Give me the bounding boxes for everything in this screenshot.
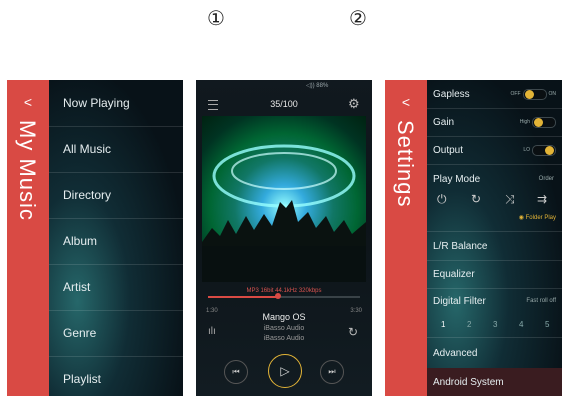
settings-sidebar: < Settings bbox=[385, 80, 427, 396]
filter-option-4[interactable]: 4 bbox=[519, 320, 523, 329]
album-art bbox=[202, 116, 366, 282]
gapless-label: Gapless bbox=[433, 88, 470, 100]
menu-item-playlist[interactable]: Playlist bbox=[49, 356, 183, 396]
audio-format: MP3 16bit 44.1kHz 320kbps bbox=[246, 288, 322, 294]
output-toggle[interactable]: LO bbox=[523, 144, 556, 156]
setting-output[interactable]: Output LO bbox=[427, 136, 562, 165]
menu-item-all-music[interactable]: All Music bbox=[49, 126, 183, 173]
filter-option-1[interactable]: 1 bbox=[441, 320, 445, 329]
back-icon[interactable]: < bbox=[7, 94, 49, 110]
play-mode-value: Order bbox=[538, 176, 554, 182]
setting-android-system[interactable]: Android System bbox=[427, 368, 562, 396]
progress-bar[interactable] bbox=[208, 296, 360, 298]
song-artist: iBasso Audio bbox=[263, 325, 305, 332]
folder-play-label: Folder Play bbox=[525, 215, 556, 221]
my-music-panel: < My Music Now Playing All Music Directo… bbox=[7, 80, 183, 396]
my-music-title: My Music bbox=[15, 120, 40, 221]
gain-toggle[interactable]: High bbox=[519, 116, 556, 128]
gapless-on-label: ON bbox=[548, 91, 557, 97]
gain-value: High bbox=[519, 119, 530, 125]
gapless-off-label: OFF bbox=[510, 91, 521, 97]
filter-option-3[interactable]: 3 bbox=[493, 320, 497, 329]
next-button[interactable]: ⏭ bbox=[320, 360, 344, 384]
play-mode-label: Play Mode bbox=[433, 174, 481, 185]
output-label: Output bbox=[433, 144, 464, 156]
setting-equalizer[interactable]: Equalizer bbox=[427, 260, 562, 289]
previous-button[interactable]: ⏮ bbox=[224, 360, 248, 384]
status-bar: ◁)) 88% bbox=[306, 83, 329, 89]
menu-item-album[interactable]: Album bbox=[49, 218, 183, 265]
menu-item-artist[interactable]: Artist bbox=[49, 264, 183, 311]
song-album: iBasso Audio bbox=[263, 335, 305, 342]
sequence-icon[interactable]: ⇉ bbox=[537, 192, 547, 206]
menu-item-directory[interactable]: Directory bbox=[49, 172, 183, 219]
setting-lr-balance[interactable]: L/R Balance bbox=[427, 232, 562, 261]
play-button[interactable]: ▷ bbox=[268, 354, 302, 388]
filter-option-5[interactable]: 5 bbox=[545, 320, 549, 329]
menu-item-now-playing[interactable]: Now Playing bbox=[49, 80, 183, 127]
folder-play-option[interactable]: ◉ Folder Play bbox=[519, 214, 556, 221]
digital-filter-value: Fast roll off bbox=[526, 298, 556, 304]
now-playing-panel: ◁)) 88% 35/100 ⚙ MP3 16bit 44.1kHz 320kb… bbox=[196, 80, 372, 396]
play-order-icon[interactable]: ⏻ bbox=[437, 192, 447, 207]
gear-icon[interactable]: ⚙ bbox=[348, 96, 360, 112]
settings-title: Settings bbox=[393, 120, 418, 208]
track-counter: 35/100 bbox=[270, 99, 298, 109]
settings-panel: < Settings Gapless OFF ON Gain High Outp… bbox=[385, 80, 562, 396]
concert-artwork bbox=[202, 144, 366, 282]
callout-2: ② bbox=[349, 8, 367, 30]
setting-play-mode: Play Mode Order ⏻ ↻ ⤨ ⇉ ◉ Folder Play bbox=[427, 164, 562, 232]
repeat-icon[interactable]: ↻ bbox=[348, 325, 358, 339]
repeat-mode-icon[interactable]: ↻ bbox=[471, 192, 481, 206]
song-title: Mango OS bbox=[262, 312, 306, 322]
setting-gapless[interactable]: Gapless OFF ON bbox=[427, 80, 562, 109]
callout-1: ① bbox=[207, 8, 225, 30]
setting-gain[interactable]: Gain High bbox=[427, 108, 562, 137]
setting-advanced[interactable]: Advanced bbox=[427, 338, 562, 369]
waveform-icon[interactable]: ılı bbox=[208, 326, 216, 337]
back-icon[interactable]: < bbox=[385, 94, 427, 110]
shuffle-icon[interactable]: ⤨ bbox=[505, 192, 515, 207]
digital-filter-label: Digital Filter bbox=[433, 296, 486, 307]
gapless-toggle[interactable]: OFF ON bbox=[510, 88, 557, 100]
output-value: LO bbox=[523, 147, 530, 153]
setting-digital-filter: Digital Filter Fast roll off 1 2 3 4 5 bbox=[427, 288, 562, 338]
gain-label: Gain bbox=[433, 116, 455, 128]
menu-item-genre[interactable]: Genre bbox=[49, 310, 183, 357]
progress-knob[interactable] bbox=[274, 293, 281, 299]
my-music-sidebar: < My Music bbox=[7, 80, 49, 396]
filter-option-2[interactable]: 2 bbox=[467, 320, 471, 329]
